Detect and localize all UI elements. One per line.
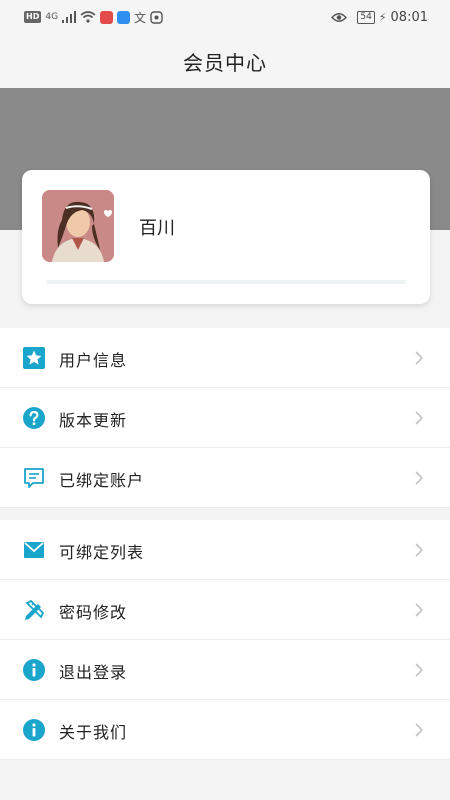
status-bar: HD 4G 文 54 ⚡ 08:01 bbox=[0, 0, 450, 34]
menu-item-user-info[interactable]: 用户信息 bbox=[0, 328, 450, 388]
menu-group-settings: 可绑定列表 密码修改 退出登录 关于我们 bbox=[0, 520, 450, 760]
chevron-right-icon bbox=[415, 663, 424, 677]
username: 百川 bbox=[139, 218, 175, 239]
hd-badge-icon: HD bbox=[24, 11, 42, 23]
app-misc-icon bbox=[150, 10, 163, 24]
profile-progress-track bbox=[46, 280, 406, 284]
app-red-icon bbox=[100, 10, 114, 24]
app-search-icon bbox=[117, 10, 131, 24]
charging-icon: ⚡ bbox=[378, 10, 387, 24]
menu-item-label: 版本更新 bbox=[59, 411, 128, 430]
status-bar-right: 54 ⚡ 08:01 bbox=[331, 10, 428, 25]
clock: 08:01 bbox=[390, 9, 428, 25]
menu-item-label: 密码修改 bbox=[59, 603, 128, 622]
page-title: 会员中心 bbox=[183, 50, 267, 75]
chevron-right-icon bbox=[415, 351, 424, 365]
signal-icon bbox=[62, 11, 77, 23]
chevron-right-icon bbox=[415, 543, 424, 557]
star-icon bbox=[23, 347, 45, 369]
menu-item-label: 关于我们 bbox=[59, 723, 128, 742]
pencil-ruler-icon bbox=[25, 599, 45, 620]
menu-item-about-us[interactable]: 关于我们 bbox=[0, 700, 450, 760]
nav-bar: 会员中心 bbox=[0, 34, 450, 88]
mail-icon bbox=[24, 542, 44, 558]
eye-icon bbox=[331, 12, 348, 22]
battery-icon: 54 bbox=[357, 10, 375, 24]
menu-item-logout[interactable]: 退出登录 bbox=[0, 640, 450, 700]
wifi-icon bbox=[80, 11, 96, 23]
menu-item-label: 已绑定账户 bbox=[59, 471, 145, 490]
menu-item-label: 用户信息 bbox=[59, 351, 128, 370]
status-bar-left: HD 4G 文 bbox=[24, 9, 163, 26]
info-icon bbox=[23, 659, 45, 681]
chevron-right-icon bbox=[415, 723, 424, 737]
menu-item-bindable-list[interactable]: 可绑定列表 bbox=[0, 520, 450, 580]
menu-item-version-update[interactable]: 版本更新 bbox=[0, 388, 450, 448]
chevron-right-icon bbox=[415, 471, 424, 485]
profile-card[interactable]: 百川 bbox=[22, 170, 430, 304]
avatar[interactable] bbox=[42, 190, 114, 262]
menu-group-account: 用户信息 版本更新 已绑定账户 bbox=[0, 328, 450, 508]
info-icon bbox=[23, 719, 45, 741]
question-icon bbox=[23, 407, 45, 429]
menu-item-label: 可绑定列表 bbox=[59, 543, 145, 562]
translate-icon: 文 bbox=[134, 10, 147, 25]
chevron-right-icon bbox=[415, 603, 424, 617]
network-type: 4G bbox=[45, 12, 59, 22]
menu-item-change-password[interactable]: 密码修改 bbox=[0, 580, 450, 640]
menu-item-bound-accounts[interactable]: 已绑定账户 bbox=[0, 448, 450, 508]
menu-item-label: 退出登录 bbox=[59, 663, 128, 682]
message-icon bbox=[24, 468, 44, 488]
chevron-right-icon bbox=[415, 411, 424, 425]
